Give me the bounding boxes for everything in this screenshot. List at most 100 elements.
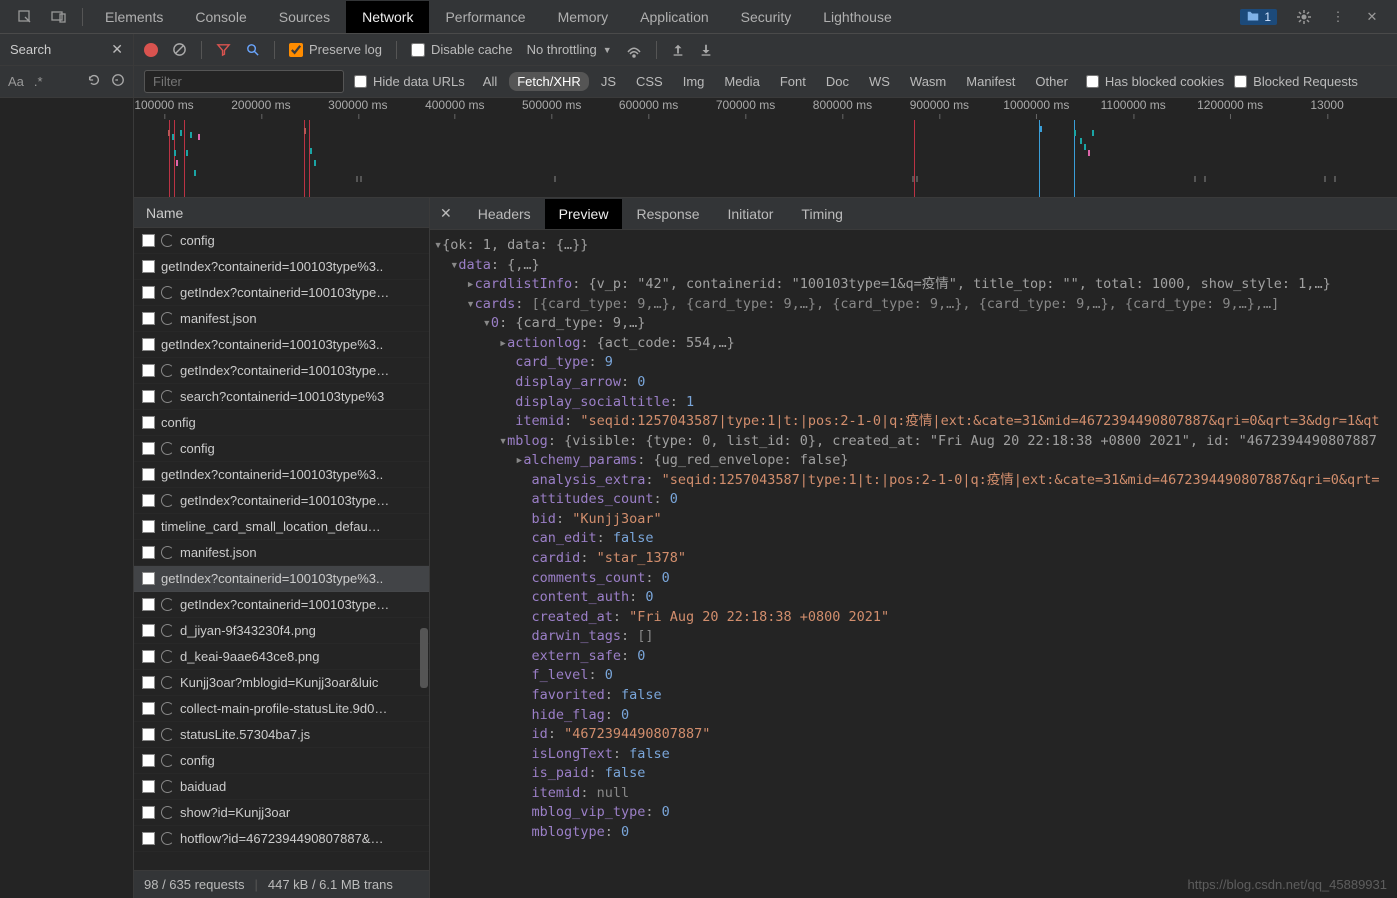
- detail-tab-preview[interactable]: Preview: [545, 199, 623, 229]
- request-checkbox[interactable]: [142, 390, 155, 403]
- panel-tab-performance[interactable]: Performance: [429, 1, 541, 33]
- request-item[interactable]: collect-main-profile-statusLite.9d0…: [134, 696, 429, 722]
- request-item[interactable]: manifest.json: [134, 306, 429, 332]
- request-item[interactable]: d_jiyan-9f343230f4.png: [134, 618, 429, 644]
- close-devtools-icon[interactable]: ✕: [1361, 6, 1383, 28]
- request-item[interactable]: getIndex?containerid=100103type…: [134, 358, 429, 384]
- hide-data-urls-checkbox[interactable]: Hide data URLs: [354, 74, 465, 89]
- filter-type-img[interactable]: Img: [675, 72, 713, 91]
- network-conditions-icon[interactable]: [626, 42, 642, 58]
- match-case-toggle[interactable]: Aa: [8, 74, 24, 89]
- request-item[interactable]: search?containerid=100103type%3: [134, 384, 429, 410]
- request-checkbox[interactable]: [142, 520, 155, 533]
- json-preview[interactable]: ▾{ok: 1, data: {…}} ▾data: {,…} ▸cardlis…: [430, 230, 1397, 898]
- request-checkbox[interactable]: [142, 338, 155, 351]
- request-item[interactable]: timeline_card_small_location_defau…: [134, 514, 429, 540]
- has-blocked-cookies-checkbox[interactable]: Has blocked cookies: [1086, 74, 1224, 89]
- request-item[interactable]: config: [134, 436, 429, 462]
- panel-tab-lighthouse[interactable]: Lighthouse: [807, 1, 908, 33]
- disable-cache-checkbox[interactable]: Disable cache: [411, 42, 513, 57]
- request-checkbox[interactable]: [142, 312, 155, 325]
- request-checkbox[interactable]: [142, 572, 155, 585]
- issues-badge[interactable]: 1: [1240, 9, 1277, 25]
- request-checkbox[interactable]: [142, 286, 155, 299]
- request-checkbox[interactable]: [142, 234, 155, 247]
- panel-tab-network[interactable]: Network: [346, 1, 429, 33]
- request-item[interactable]: Kunjj3oar?mblogid=Kunjj3oar&luic: [134, 670, 429, 696]
- detail-tab-timing[interactable]: Timing: [787, 199, 857, 229]
- filter-type-css[interactable]: CSS: [628, 72, 671, 91]
- request-checkbox[interactable]: [142, 728, 155, 741]
- panel-tab-application[interactable]: Application: [624, 1, 725, 33]
- close-panel-icon[interactable]: ✕: [440, 205, 452, 222]
- filter-type-fetchxhr[interactable]: Fetch/XHR: [509, 72, 589, 91]
- request-item[interactable]: getIndex?containerid=100103type…: [134, 488, 429, 514]
- filter-type-doc[interactable]: Doc: [818, 72, 857, 91]
- request-list-header[interactable]: Name: [134, 198, 429, 228]
- request-checkbox[interactable]: [142, 806, 155, 819]
- filter-type-all[interactable]: All: [475, 72, 505, 91]
- close-search-icon[interactable]: ✕: [111, 41, 123, 58]
- record-button[interactable]: [144, 43, 158, 57]
- request-checkbox[interactable]: [142, 780, 155, 793]
- refresh-search-icon[interactable]: [87, 73, 101, 90]
- more-icon[interactable]: ⋮: [1327, 6, 1349, 28]
- request-item[interactable]: config: [134, 228, 429, 254]
- request-checkbox[interactable]: [142, 650, 155, 663]
- request-checkbox[interactable]: [142, 364, 155, 377]
- request-item[interactable]: config: [134, 748, 429, 774]
- device-icon[interactable]: [48, 6, 70, 28]
- filter-type-font[interactable]: Font: [772, 72, 814, 91]
- filter-type-wasm[interactable]: Wasm: [902, 72, 954, 91]
- clear-icon[interactable]: [172, 42, 187, 57]
- request-item[interactable]: hotflow?id=4672394490807887&…: [134, 826, 429, 852]
- request-checkbox[interactable]: [142, 754, 155, 767]
- request-item[interactable]: baiduad: [134, 774, 429, 800]
- request-checkbox[interactable]: [142, 546, 155, 559]
- request-checkbox[interactable]: [142, 442, 155, 455]
- request-checkbox[interactable]: [142, 598, 155, 611]
- request-item[interactable]: manifest.json: [134, 540, 429, 566]
- throttling-select[interactable]: No throttling ▼: [527, 42, 612, 57]
- blocked-requests-checkbox[interactable]: Blocked Requests: [1234, 74, 1358, 89]
- filter-type-manifest[interactable]: Manifest: [958, 72, 1023, 91]
- filter-type-other[interactable]: Other: [1027, 72, 1076, 91]
- request-item[interactable]: config: [134, 410, 429, 436]
- request-checkbox[interactable]: [142, 702, 155, 715]
- panel-tab-sources[interactable]: Sources: [263, 1, 346, 33]
- filter-type-js[interactable]: JS: [593, 72, 624, 91]
- request-checkbox[interactable]: [142, 494, 155, 507]
- filter-type-ws[interactable]: WS: [861, 72, 898, 91]
- scrollbar[interactable]: [420, 628, 428, 688]
- search-icon[interactable]: [245, 42, 260, 57]
- filter-type-media[interactable]: Media: [716, 72, 767, 91]
- download-har-icon[interactable]: [699, 43, 713, 57]
- request-item[interactable]: getIndex?containerid=100103type%3..: [134, 254, 429, 280]
- request-item[interactable]: statusLite.57304ba7.js: [134, 722, 429, 748]
- request-item[interactable]: getIndex?containerid=100103type…: [134, 592, 429, 618]
- request-item[interactable]: getIndex?containerid=100103type%3..: [134, 332, 429, 358]
- panel-tab-memory[interactable]: Memory: [542, 1, 625, 33]
- filter-icon[interactable]: [216, 42, 231, 57]
- filter-input[interactable]: [144, 70, 344, 93]
- clear-search-icon[interactable]: [111, 73, 125, 90]
- request-checkbox[interactable]: [142, 416, 155, 429]
- request-item[interactable]: getIndex?containerid=100103type%3..: [134, 566, 429, 592]
- settings-icon[interactable]: [1293, 6, 1315, 28]
- panel-tab-console[interactable]: Console: [179, 1, 262, 33]
- request-checkbox[interactable]: [142, 468, 155, 481]
- detail-tab-initiator[interactable]: Initiator: [714, 199, 788, 229]
- request-item[interactable]: getIndex?containerid=100103type%3..: [134, 462, 429, 488]
- request-checkbox[interactable]: [142, 832, 155, 845]
- panel-tab-elements[interactable]: Elements: [89, 1, 179, 33]
- inspect-icon[interactable]: [14, 6, 36, 28]
- regex-toggle[interactable]: .*: [34, 74, 43, 89]
- detail-tab-headers[interactable]: Headers: [464, 199, 545, 229]
- upload-har-icon[interactable]: [671, 43, 685, 57]
- detail-tab-response[interactable]: Response: [622, 199, 713, 229]
- request-item[interactable]: d_keai-9aae643ce8.png: [134, 644, 429, 670]
- request-checkbox[interactable]: [142, 676, 155, 689]
- request-checkbox[interactable]: [142, 624, 155, 637]
- panel-tab-security[interactable]: Security: [725, 1, 808, 33]
- request-item[interactable]: getIndex?containerid=100103type…: [134, 280, 429, 306]
